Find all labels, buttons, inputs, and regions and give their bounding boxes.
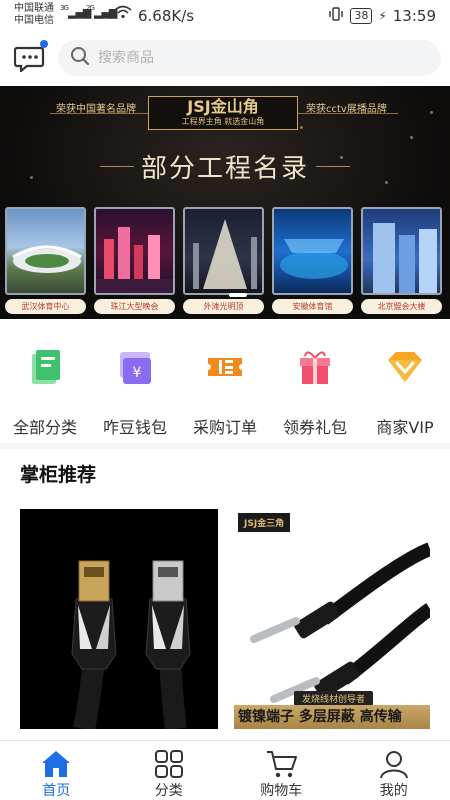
quick-item-label: 全部分类 [12,418,77,437]
project-caption: 北京盟会大楼 [361,299,442,314]
section-title: 掌柜推荐 [20,464,97,486]
network-type-1: 3G [60,4,69,12]
quick-item-vip[interactable]: 商家VIP [360,338,450,438]
quick-item-coupons[interactable]: 领券礼包 [270,338,360,438]
battery-icon: 38 [350,8,373,24]
quick-item-wallet[interactable]: ¥ 咋豆钱包 [90,338,180,438]
promo-banner[interactable]: 荣获中国著名品牌 荣获cctv展播品牌 JSJ金山角 工程界主角 就选金山角 部… [0,86,450,319]
user-icon [379,751,408,779]
project-card: 珠江大型晚会 [94,207,175,314]
banner-left-text: 荣获中国著名品牌 [56,104,136,115]
tab-label: 首页 [42,783,71,799]
wifi-icon [114,5,132,23]
search-input[interactable] [98,50,398,66]
quick-item-label: 采购订单 [192,418,257,437]
quick-item-label: 咋豆钱包 [102,418,167,437]
tab-label: 购物车 [260,783,303,799]
tab-cart[interactable]: 购物车 [225,741,338,800]
svg-text:¥: ¥ [133,365,142,381]
hdmi-cable-image [71,560,191,729]
product-brand-badge: JSJ金三角 [238,513,291,532]
tab-category[interactable]: 分类 [113,741,226,800]
project-card: 武汉体育中心 [5,207,86,314]
bund-tower-photo [183,207,264,295]
search-header [0,32,450,86]
charging-icon: ⚡ [378,9,387,23]
arena-photo [272,207,353,295]
brand-logo-subtitle: 工程界主角 就选金山角 [181,117,265,126]
product-feature-banner: 镀镍端子 多层屏蔽 高传输 [234,705,430,729]
section-divider [0,443,450,449]
search-bar[interactable] [58,40,441,76]
tab-label: 分类 [154,783,183,799]
status-bar: 中国联通 中国电信 3G ▂▄▆ 2G ▂▄▆ 6.68K/s 38 ⚡ 13:… [0,0,450,32]
message-icon[interactable] [13,44,46,74]
tab-label: 我的 [379,783,408,799]
brand-logo: JSJ金山角 工程界主角 就选金山角 [148,96,298,130]
unread-dot [40,40,48,48]
bottom-tab-bar: 首页 分类 购物车 我的 [0,740,450,800]
project-card: 外滩光明顶 [183,207,264,314]
project-caption: 武汉体育中心 [5,299,86,314]
city-night-photo [94,207,175,295]
gift-icon [270,338,360,400]
project-caption: 安徽体育馆 [272,299,353,314]
book-icon [0,338,90,400]
banner-pager-indicator [229,293,247,297]
ticket-icon [180,338,270,400]
product-card-hdmi-cable[interactable] [20,509,218,729]
project-caption: 珠江大型晚会 [94,299,175,314]
cart-icon [267,751,297,778]
vip-diamond-icon [360,338,450,400]
category-grid-icon [154,750,183,778]
home-icon [42,751,70,777]
quick-item-label: 领券礼包 [282,418,347,437]
tab-home[interactable]: 首页 [0,741,113,800]
banner-title: 部分工程名录 [140,154,309,184]
network-type-2: 2G [86,4,95,12]
search-icon [70,46,90,70]
vibrate-icon [328,6,344,26]
carrier-2: 中国电信 [14,15,54,26]
clock: 13:59 [392,7,436,25]
tab-profile[interactable]: 我的 [338,741,450,800]
quick-menu: 全部分类 ¥ 咋豆钱包 采购订单 领券礼包 商家VIP [0,338,450,438]
wallet-icon: ¥ [90,338,180,400]
product-card-audio-cable[interactable]: JSJ金三角 发烧线材创导者 镀镍端子 多层屏蔽 高传输 [234,509,430,729]
quick-item-all-categories[interactable]: 全部分类 [0,338,90,438]
banner-right-text: 荣获cctv展播品牌 [306,104,387,115]
carrier-info: 中国联通 中国电信 [14,3,54,27]
carrier-1: 中国联通 [14,3,54,14]
project-caption: 外滩光明顶 [183,299,264,314]
project-card: 安徽体育馆 [272,207,353,314]
stadium-photo [5,207,86,295]
project-cards: 武汉体育中心 珠江大型晚会 外滩光明顶 安徽体育馆 北京盟会大楼 [5,207,445,314]
project-card: 北京盟会大楼 [361,207,442,314]
brand-logo-text: JSJ金山角 [187,97,259,116]
quick-item-label: 商家VIP [376,418,434,437]
product-tagline: 发烧线材创导者 [294,691,374,706]
network-speed: 6.68K/s [138,7,195,25]
quick-item-orders[interactable]: 采购订单 [180,338,270,438]
office-tower-photo [361,207,442,295]
